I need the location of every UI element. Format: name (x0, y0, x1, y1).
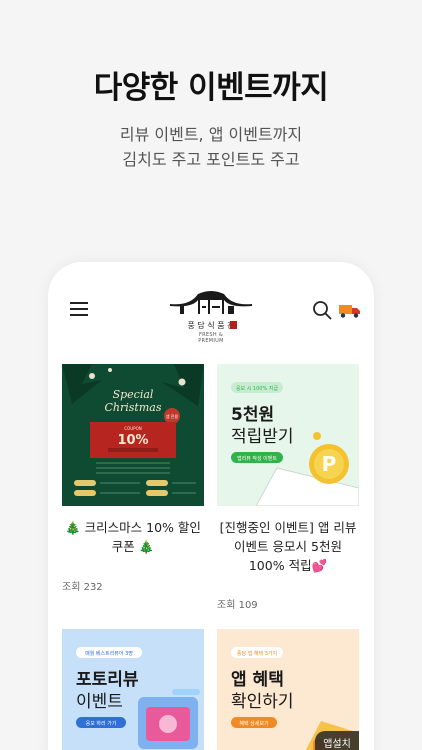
view-count: 조회 109 (217, 600, 258, 611)
event-image-christmas[interactable]: Special Christmas 앱 전용 COUPON 10% (62, 364, 204, 506)
search-icon[interactable] (312, 300, 332, 320)
coupon-label: COUPON (124, 426, 141, 431)
christmas-badge: 앱 전용 (166, 413, 179, 419)
points-button: 앱리뷰 작성 이벤트 (237, 455, 277, 462)
svg-text:Special: Special (113, 388, 154, 401)
phone-frame: 풍 담 식 품 관 FRESH & PREMIUM Special Christ… (48, 262, 374, 750)
app-line2: 확인하기 (231, 692, 294, 712)
points-tag: 응모 시 100% 지급 (236, 385, 278, 392)
event-card-christmas[interactable]: Special Christmas 앱 전용 COUPON 10% 🎄 크리스마… (62, 364, 204, 604)
app-install-label: 앱설치 (323, 739, 351, 750)
app-tag: 풍담 앱 혜택 3가지 (237, 650, 277, 657)
logo-text: 풍 담 식 품 관 (188, 320, 236, 330)
event-image-review-points[interactable]: 응모 시 100% 지급 5천원 적립받기 앱리뷰 작성 이벤트 P (217, 364, 359, 506)
view-count: 조회 232 (62, 582, 103, 593)
headline: 다양한 이벤트까지 (93, 70, 329, 106)
truck-icon[interactable] (338, 300, 362, 320)
coupon-discount: 10% (117, 433, 148, 448)
event-title[interactable]: 🎄 크리스마스 10% 할인 쿠폰 🎄 (62, 518, 204, 556)
event-card-review-points[interactable]: 응모 시 100% 지급 5천원 적립받기 앱리뷰 작성 이벤트 P [진행중인… (217, 364, 359, 614)
app-button: 혜택 상세보기 (239, 720, 268, 727)
event-title[interactable]: [진행중인 이벤트] 앱 리뷰 이벤트 응모시 5천원 100% 적립💕 (217, 518, 359, 575)
photo-line1: 포토리뷰 (76, 670, 139, 690)
points-line1: 5천원 (231, 405, 274, 425)
svg-text:P: P (322, 452, 337, 476)
app-line1: 앱 혜택 (231, 669, 284, 690)
photo-tag: 매월 베스트리뷰어 3명 (85, 650, 133, 657)
hamburger-icon[interactable] (70, 302, 88, 316)
photo-button: 응모 하러 가기 (86, 720, 117, 727)
event-image-app-benefits[interactable]: 풍담 앱 혜택 3가지 앱 혜택 확인하기 혜택 상세보기 앱설치 (217, 629, 359, 750)
points-line2: 적립받기 (231, 427, 294, 447)
logo[interactable]: 풍 담 식 품 관 (168, 286, 254, 336)
logo-tagline: FRESH & PREMIUM (198, 332, 224, 344)
svg-text:Christmas: Christmas (105, 401, 162, 414)
app-install-button[interactable]: 앱설치 (315, 731, 359, 750)
subline-2: 김치도 주고 포인트도 주고 (122, 150, 300, 169)
event-image-photo-review[interactable]: 매월 베스트리뷰어 3명 포토리뷰 이벤트 응모 하러 가기 (62, 629, 204, 750)
subline-1: 리뷰 이벤트, 앱 이벤트까지 (119, 125, 303, 144)
photo-line2: 이벤트 (76, 692, 123, 712)
